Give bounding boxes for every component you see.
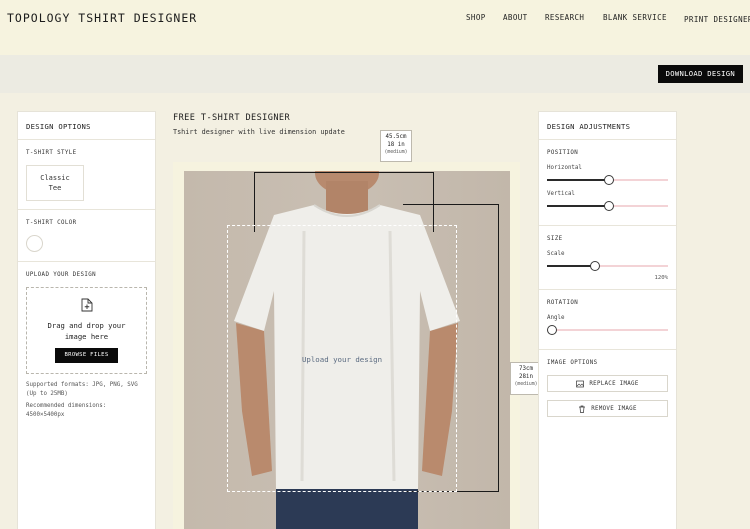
toolbar: DOWNLOAD DESIGN (0, 55, 750, 93)
horizontal-slider-thumb[interactable] (603, 175, 614, 185)
color-swatch-white[interactable] (26, 235, 43, 252)
image-options-section: IMAGE OPTIONS REPLACE IMAGE REMOVE IMAGE (539, 350, 676, 433)
style-card-label: Classic Tee (40, 174, 70, 192)
nav-blank-service[interactable]: BLANK SERVICE (603, 13, 667, 22)
width-in: 18 in (387, 142, 405, 148)
file-add-icon (81, 298, 92, 312)
scale-value: 120% (654, 275, 668, 281)
nav-shop[interactable]: SHOP (466, 13, 486, 22)
tshirt-color-title: T-SHIRT COLOR (26, 220, 77, 226)
replace-image-button[interactable]: REPLACE IMAGE (547, 375, 668, 392)
position-title: POSITION (547, 150, 579, 156)
angle-label: Angle (547, 315, 565, 321)
angle-slider-thumb[interactable] (547, 325, 557, 335)
supported-formats: Supported formats: JPG, PNG, SVG (Up to … (26, 382, 138, 397)
upload-design-hint[interactable]: Upload your design (227, 355, 457, 364)
width-cm: 45.5cm (385, 134, 407, 140)
upload-section: UPLOAD YOUR DESIGN Drag and drop your im… (18, 262, 155, 428)
browse-files-button[interactable]: BROWSE FILES (55, 348, 118, 363)
top-bar: TOPOLOGY TSHIRT DESIGNER SHOP ABOUT RESE… (0, 0, 750, 55)
vertical-slider[interactable] (547, 201, 668, 211)
style-card-classic-tee[interactable]: Classic Tee (26, 165, 84, 201)
horizontal-label: Horizontal (547, 165, 582, 171)
tshirt-color-section: T-SHIRT COLOR (18, 210, 155, 262)
trash-icon (579, 405, 586, 413)
designer-title: FREE T-SHIRT DESIGNER (173, 113, 291, 123)
position-section: POSITION Horizontal Vertical (539, 140, 676, 226)
designer-subtitle: Tshirt designer with live dimension upda… (173, 128, 345, 136)
image-options-title: IMAGE OPTIONS (547, 360, 598, 366)
main-nav: SHOP ABOUT RESEARCH BLANK SERVICE PRINT … (0, 13, 750, 27)
tshirt-style-title: T-SHIRT STYLE (26, 150, 77, 156)
height-size: (medium) (514, 382, 538, 387)
width-dimension-label: 45.5cm 18 in (medium) (380, 130, 412, 162)
replace-image-label: REPLACE IMAGE (589, 380, 639, 387)
rotation-title: ROTATION (547, 300, 579, 306)
drop-text: Drag and drop your image here (47, 321, 126, 341)
height-in: 28in (519, 374, 533, 380)
tshirt-style-section: T-SHIRT STYLE Classic Tee (18, 140, 155, 210)
height-cm: 73cm (519, 366, 533, 372)
recommended-dimensions: Recommended dimensions: 4500×5400px (26, 403, 107, 418)
upload-dropzone[interactable]: Drag and drop your image here BROWSE FIL… (26, 287, 147, 374)
nav-print-designer[interactable]: PRINT DESIGNER (684, 15, 750, 24)
size-title: SIZE (547, 236, 563, 242)
angle-slider[interactable] (547, 325, 668, 335)
scale-slider[interactable] (547, 261, 668, 271)
vertical-slider-thumb[interactable] (603, 201, 614, 211)
upload-title: UPLOAD YOUR DESIGN (26, 272, 97, 278)
scale-slider-thumb[interactable] (590, 261, 601, 271)
download-design-button[interactable]: DOWNLOAD DESIGN (657, 65, 743, 83)
width-size: (medium) (384, 150, 408, 155)
design-options-title: DESIGN OPTIONS (18, 112, 155, 140)
rotation-section: ROTATION Angle (539, 290, 676, 350)
design-adjustments-panel: DESIGN ADJUSTMENTS POSITION Horizontal V… (538, 111, 677, 529)
scale-label: Scale (547, 251, 565, 257)
size-section: SIZE Scale 120% (539, 226, 676, 290)
image-icon (576, 380, 585, 387)
nav-about[interactable]: ABOUT (503, 13, 528, 22)
remove-image-button[interactable]: REMOVE IMAGE (547, 400, 668, 417)
nav-research[interactable]: RESEARCH (545, 13, 584, 22)
vertical-label: Vertical (547, 191, 575, 197)
horizontal-slider[interactable] (547, 175, 668, 185)
design-adjustments-title: DESIGN ADJUSTMENTS (539, 112, 676, 140)
remove-image-label: REMOVE IMAGE (591, 405, 637, 412)
design-options-panel: DESIGN OPTIONS T-SHIRT STYLE Classic Tee… (17, 111, 156, 529)
